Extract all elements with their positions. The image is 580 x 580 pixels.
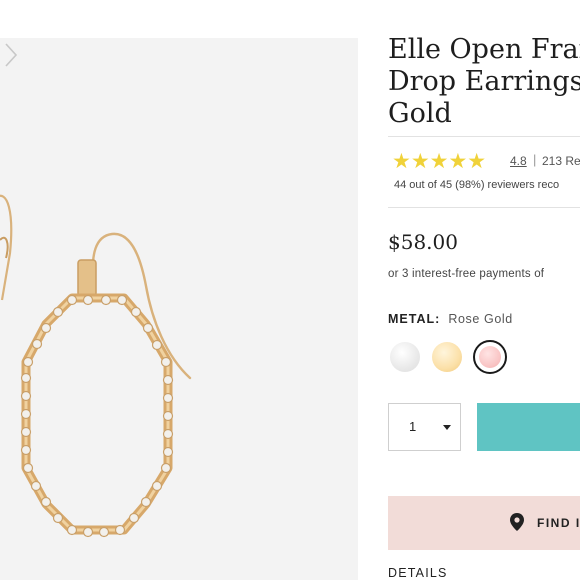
details-section-toggle[interactable]: DETAILS: [388, 566, 448, 580]
metal-selected-value: Rose Gold: [448, 312, 513, 326]
product-price: $58.00: [388, 230, 458, 254]
swatch-gold[interactable]: [432, 342, 462, 372]
metal-option-label: METAL: Rose Gold: [388, 312, 513, 326]
earring-product-image: [0, 194, 192, 538]
product-title: Elle Open Fram Drop Earrings Gold: [388, 34, 580, 130]
rating-stars-icon: ★★★★★: [392, 150, 487, 173]
find-in-store-label: FIND I: [537, 516, 580, 530]
swatch-silver[interactable]: [390, 342, 420, 372]
quantity-select[interactable]: 1: [388, 403, 461, 451]
map-pin-icon: [510, 513, 524, 531]
caret-down-icon: [443, 425, 451, 430]
rating-separator: |: [533, 152, 537, 167]
product-title-line: Gold: [388, 98, 452, 129]
swatch-rose-gold-fill: [479, 346, 501, 368]
recommend-summary: 44 out of 45 (98%) reviewers reco: [394, 179, 560, 191]
chevron-right-icon[interactable]: [0, 38, 22, 72]
find-in-store-button[interactable]: FIND I: [388, 496, 580, 550]
product-image-gallery: [0, 38, 358, 580]
metal-label-key: METAL:: [388, 312, 441, 326]
divider: [388, 136, 580, 137]
reviews-count-link[interactable]: 213 Re: [542, 154, 580, 168]
rating-score-link[interactable]: 4.8: [510, 154, 527, 168]
product-title-line: Drop Earrings: [388, 66, 580, 97]
installments-text: or 3 interest-free payments of: [388, 268, 545, 280]
swatch-rose-gold-selected[interactable]: [473, 340, 507, 374]
divider: [388, 207, 580, 208]
product-title-line: Elle Open Fram: [388, 34, 580, 65]
product-info-panel: Elle Open Fram Drop Earrings Gold ★★★★★ …: [388, 0, 580, 580]
add-to-bag-button[interactable]: [477, 403, 580, 451]
quantity-value: 1: [409, 419, 417, 434]
